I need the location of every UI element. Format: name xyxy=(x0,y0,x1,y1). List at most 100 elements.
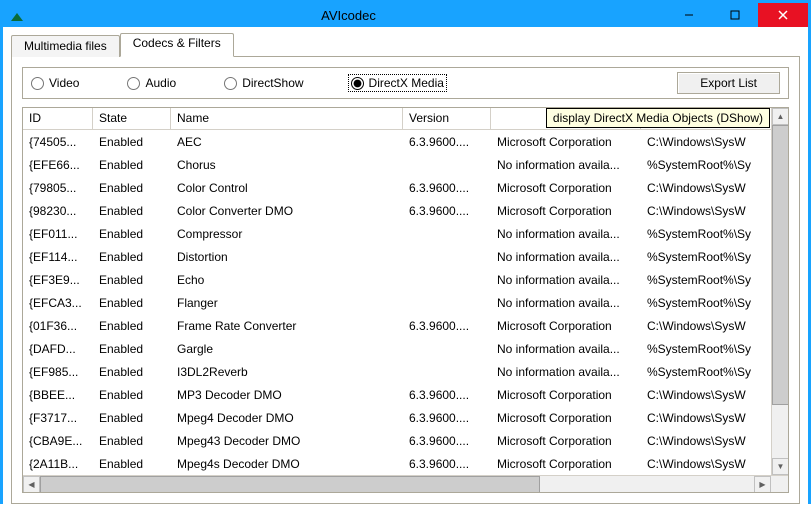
cell-version: 6.3.9600.... xyxy=(403,133,491,151)
cell-id: {EFE66... xyxy=(23,156,93,174)
cell-name: Color Control xyxy=(171,179,403,197)
cell-path: %SystemRoot%\Sy xyxy=(641,225,788,243)
radio-audio[interactable]: Audio xyxy=(127,75,176,91)
table-body[interactable]: {74505...EnabledAEC6.3.9600....Microsoft… xyxy=(23,130,788,475)
cell-id: {74505... xyxy=(23,133,93,151)
cell-id: {EF114... xyxy=(23,248,93,266)
horizontal-scroll-track[interactable] xyxy=(40,476,754,492)
cell-company: Microsoft Corporation xyxy=(491,455,641,473)
cell-company: Microsoft Corporation xyxy=(491,432,641,450)
cell-state: Enabled xyxy=(93,455,171,473)
cell-version: 6.3.9600.... xyxy=(403,317,491,335)
tab-codecs-filters[interactable]: Codecs & Filters xyxy=(120,33,234,57)
radio-video[interactable]: Video xyxy=(31,75,79,91)
table-row[interactable]: {EFE66...EnabledChorusNo information ava… xyxy=(23,153,788,176)
cell-path: %SystemRoot%\Sy xyxy=(641,363,788,381)
table-row[interactable]: {F3717...EnabledMpeg4 Decoder DMO6.3.960… xyxy=(23,406,788,429)
cell-name: Compressor xyxy=(171,225,403,243)
table-row[interactable]: {2A11B...EnabledMpeg4s Decoder DMO6.3.96… xyxy=(23,452,788,475)
cell-id: {EF3E9... xyxy=(23,271,93,289)
cell-company: No information availa... xyxy=(491,340,641,358)
codec-table: ID State Name Version display DirectX Me… xyxy=(22,107,789,493)
tab-multimedia-files[interactable]: Multimedia files xyxy=(11,35,120,57)
table-row[interactable]: {EF985...EnabledI3DL2ReverbNo informatio… xyxy=(23,360,788,383)
radio-video-input[interactable] xyxy=(31,77,44,90)
titlebar[interactable]: AVIcodec xyxy=(3,3,808,27)
close-button[interactable] xyxy=(758,3,808,27)
horizontal-scroll-thumb[interactable] xyxy=(40,476,540,493)
window-controls xyxy=(666,3,808,27)
scroll-up-button[interactable]: ▲ xyxy=(772,108,789,125)
cell-company: No information availa... xyxy=(491,248,641,266)
cell-path: C:\Windows\SysW xyxy=(641,432,788,450)
cell-version: 6.3.9600.... xyxy=(403,202,491,220)
cell-id: {DAFD... xyxy=(23,340,93,358)
table-row[interactable]: {BBEE...EnabledMP3 Decoder DMO6.3.9600..… xyxy=(23,383,788,406)
cell-state: Enabled xyxy=(93,202,171,220)
radio-directx-media[interactable]: DirectX Media xyxy=(349,75,446,91)
scroll-right-button[interactable]: ▶ xyxy=(754,476,771,493)
table-row[interactable]: {79805...EnabledColor Control6.3.9600...… xyxy=(23,176,788,199)
scroll-corner xyxy=(771,476,788,493)
cell-id: {79805... xyxy=(23,179,93,197)
cell-company: No information availa... xyxy=(491,294,641,312)
table-row[interactable]: {EF011...EnabledCompressor No information… xyxy=(23,222,788,245)
filter-bar: Video Audio DirectShow DirectX Media xyxy=(22,67,789,99)
table-row[interactable]: {EFCA3...EnabledFlangerNo information av… xyxy=(23,291,788,314)
horizontal-scrollbar[interactable]: ◀ ▶ xyxy=(23,475,788,492)
cell-id: {BBEE... xyxy=(23,386,93,404)
column-name[interactable]: Name xyxy=(171,108,403,129)
radio-audio-label: Audio xyxy=(145,76,176,90)
table-row[interactable]: {CBA9E...EnabledMpeg43 Decoder DMO6.3.96… xyxy=(23,429,788,452)
radio-directshow[interactable]: DirectShow xyxy=(224,75,303,91)
vertical-scrollbar[interactable]: ▲ ▼ xyxy=(771,108,788,475)
cell-company: No information availa... xyxy=(491,225,641,243)
radio-directx-media-input[interactable] xyxy=(351,77,364,90)
cell-id: {CBA9E... xyxy=(23,432,93,450)
cell-path: %SystemRoot%\Sy xyxy=(641,248,788,266)
cell-state: Enabled xyxy=(93,271,171,289)
cell-name: MP3 Decoder DMO xyxy=(171,386,403,404)
cell-state: Enabled xyxy=(93,294,171,312)
cell-version xyxy=(403,301,491,305)
cell-id: {EF011... xyxy=(23,225,93,243)
minimize-button[interactable] xyxy=(666,3,712,27)
table-row[interactable]: {EF3E9...EnabledEchoNo information avail… xyxy=(23,268,788,291)
cell-name: Frame Rate Converter xyxy=(171,317,403,335)
column-version[interactable]: Version xyxy=(403,108,491,129)
table-row[interactable]: {98230...EnabledColor Converter DMO6.3.9… xyxy=(23,199,788,222)
table-row[interactable]: {74505...EnabledAEC6.3.9600....Microsoft… xyxy=(23,130,788,153)
cell-name: Color Converter DMO xyxy=(171,202,403,220)
cell-name: Mpeg4s Decoder DMO xyxy=(171,455,403,473)
table-row[interactable]: {EF114...EnabledDistortionNo information… xyxy=(23,245,788,268)
cell-name: Mpeg4 Decoder DMO xyxy=(171,409,403,427)
table-row[interactable]: {DAFD...EnabledGargleNo information avai… xyxy=(23,337,788,360)
cell-id: {EFCA3... xyxy=(23,294,93,312)
maximize-button[interactable] xyxy=(712,3,758,27)
cell-state: Enabled xyxy=(93,225,171,243)
cell-path: C:\Windows\SysW xyxy=(641,317,788,335)
radio-audio-input[interactable] xyxy=(127,77,140,90)
cell-company: Microsoft Corporation xyxy=(491,179,641,197)
vertical-scroll-thumb[interactable] xyxy=(772,125,789,405)
scroll-left-button[interactable]: ◀ xyxy=(23,476,40,493)
cell-id: {01F36... xyxy=(23,317,93,335)
radio-directshow-label: DirectShow xyxy=(242,76,303,90)
radio-directshow-input[interactable] xyxy=(224,77,237,90)
cell-company: Microsoft Corporation xyxy=(491,409,641,427)
client-area: Multimedia files Codecs & Filters Video … xyxy=(3,27,808,512)
column-state[interactable]: State xyxy=(93,108,171,129)
table-row[interactable]: {01F36...EnabledFrame Rate Converter6.3.… xyxy=(23,314,788,337)
cell-name: Mpeg43 Decoder DMO xyxy=(171,432,403,450)
scroll-down-button[interactable]: ▼ xyxy=(772,458,789,475)
export-list-button[interactable]: Export List xyxy=(677,72,780,94)
cell-name: Chorus xyxy=(171,156,403,174)
cell-version xyxy=(403,255,491,259)
cell-state: Enabled xyxy=(93,317,171,335)
cell-path: C:\Windows\SysW xyxy=(641,133,788,151)
cell-state: Enabled xyxy=(93,409,171,427)
cell-company: Microsoft Corporation xyxy=(491,317,641,335)
cell-version xyxy=(403,232,491,236)
cell-company: No information availa... xyxy=(491,156,641,174)
column-id[interactable]: ID xyxy=(23,108,93,129)
